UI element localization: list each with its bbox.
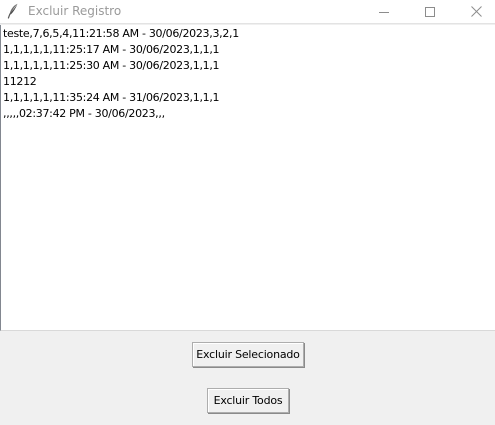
list-item[interactable]: 11212 bbox=[2, 74, 495, 90]
title-bar[interactable]: Excluir Registro bbox=[0, 0, 495, 24]
list-item[interactable]: 1,1,1,1,1,11:25:17 AM - 30/06/2023,1,1,1 bbox=[2, 42, 495, 58]
list-item[interactable]: 1,1,1,1,1,11:35:24 AM - 31/06/2023,1,1,1 bbox=[2, 90, 495, 106]
minimize-icon bbox=[379, 2, 389, 21]
list-item[interactable]: teste,7,6,5,4,11:21:58 AM - 30/06/2023,3… bbox=[2, 26, 495, 42]
app-window: Excluir Registro teste,7,6,5,4,11:21:58 … bbox=[0, 0, 495, 425]
records-listbox[interactable]: teste,7,6,5,4,11:21:58 AM - 30/06/2023,3… bbox=[0, 25, 495, 331]
delete-all-button[interactable]: Excluir Todos bbox=[207, 388, 289, 413]
list-item[interactable]: 1,1,1,1,1,11:25:30 AM - 30/06/2023,1,1,1 bbox=[2, 58, 495, 74]
delete-selected-button[interactable]: Excluir Selecionado bbox=[192, 342, 304, 367]
close-button[interactable] bbox=[453, 0, 495, 22]
close-icon bbox=[470, 2, 482, 21]
window-title: Excluir Registro bbox=[28, 4, 122, 18]
list-item[interactable]: ,,,,,02:37:42 PM - 30/06/2023,,, bbox=[2, 106, 495, 122]
minimize-button[interactable] bbox=[361, 0, 407, 22]
maximize-button[interactable] bbox=[407, 0, 453, 22]
feather-icon bbox=[6, 3, 20, 19]
maximize-icon bbox=[425, 2, 435, 21]
